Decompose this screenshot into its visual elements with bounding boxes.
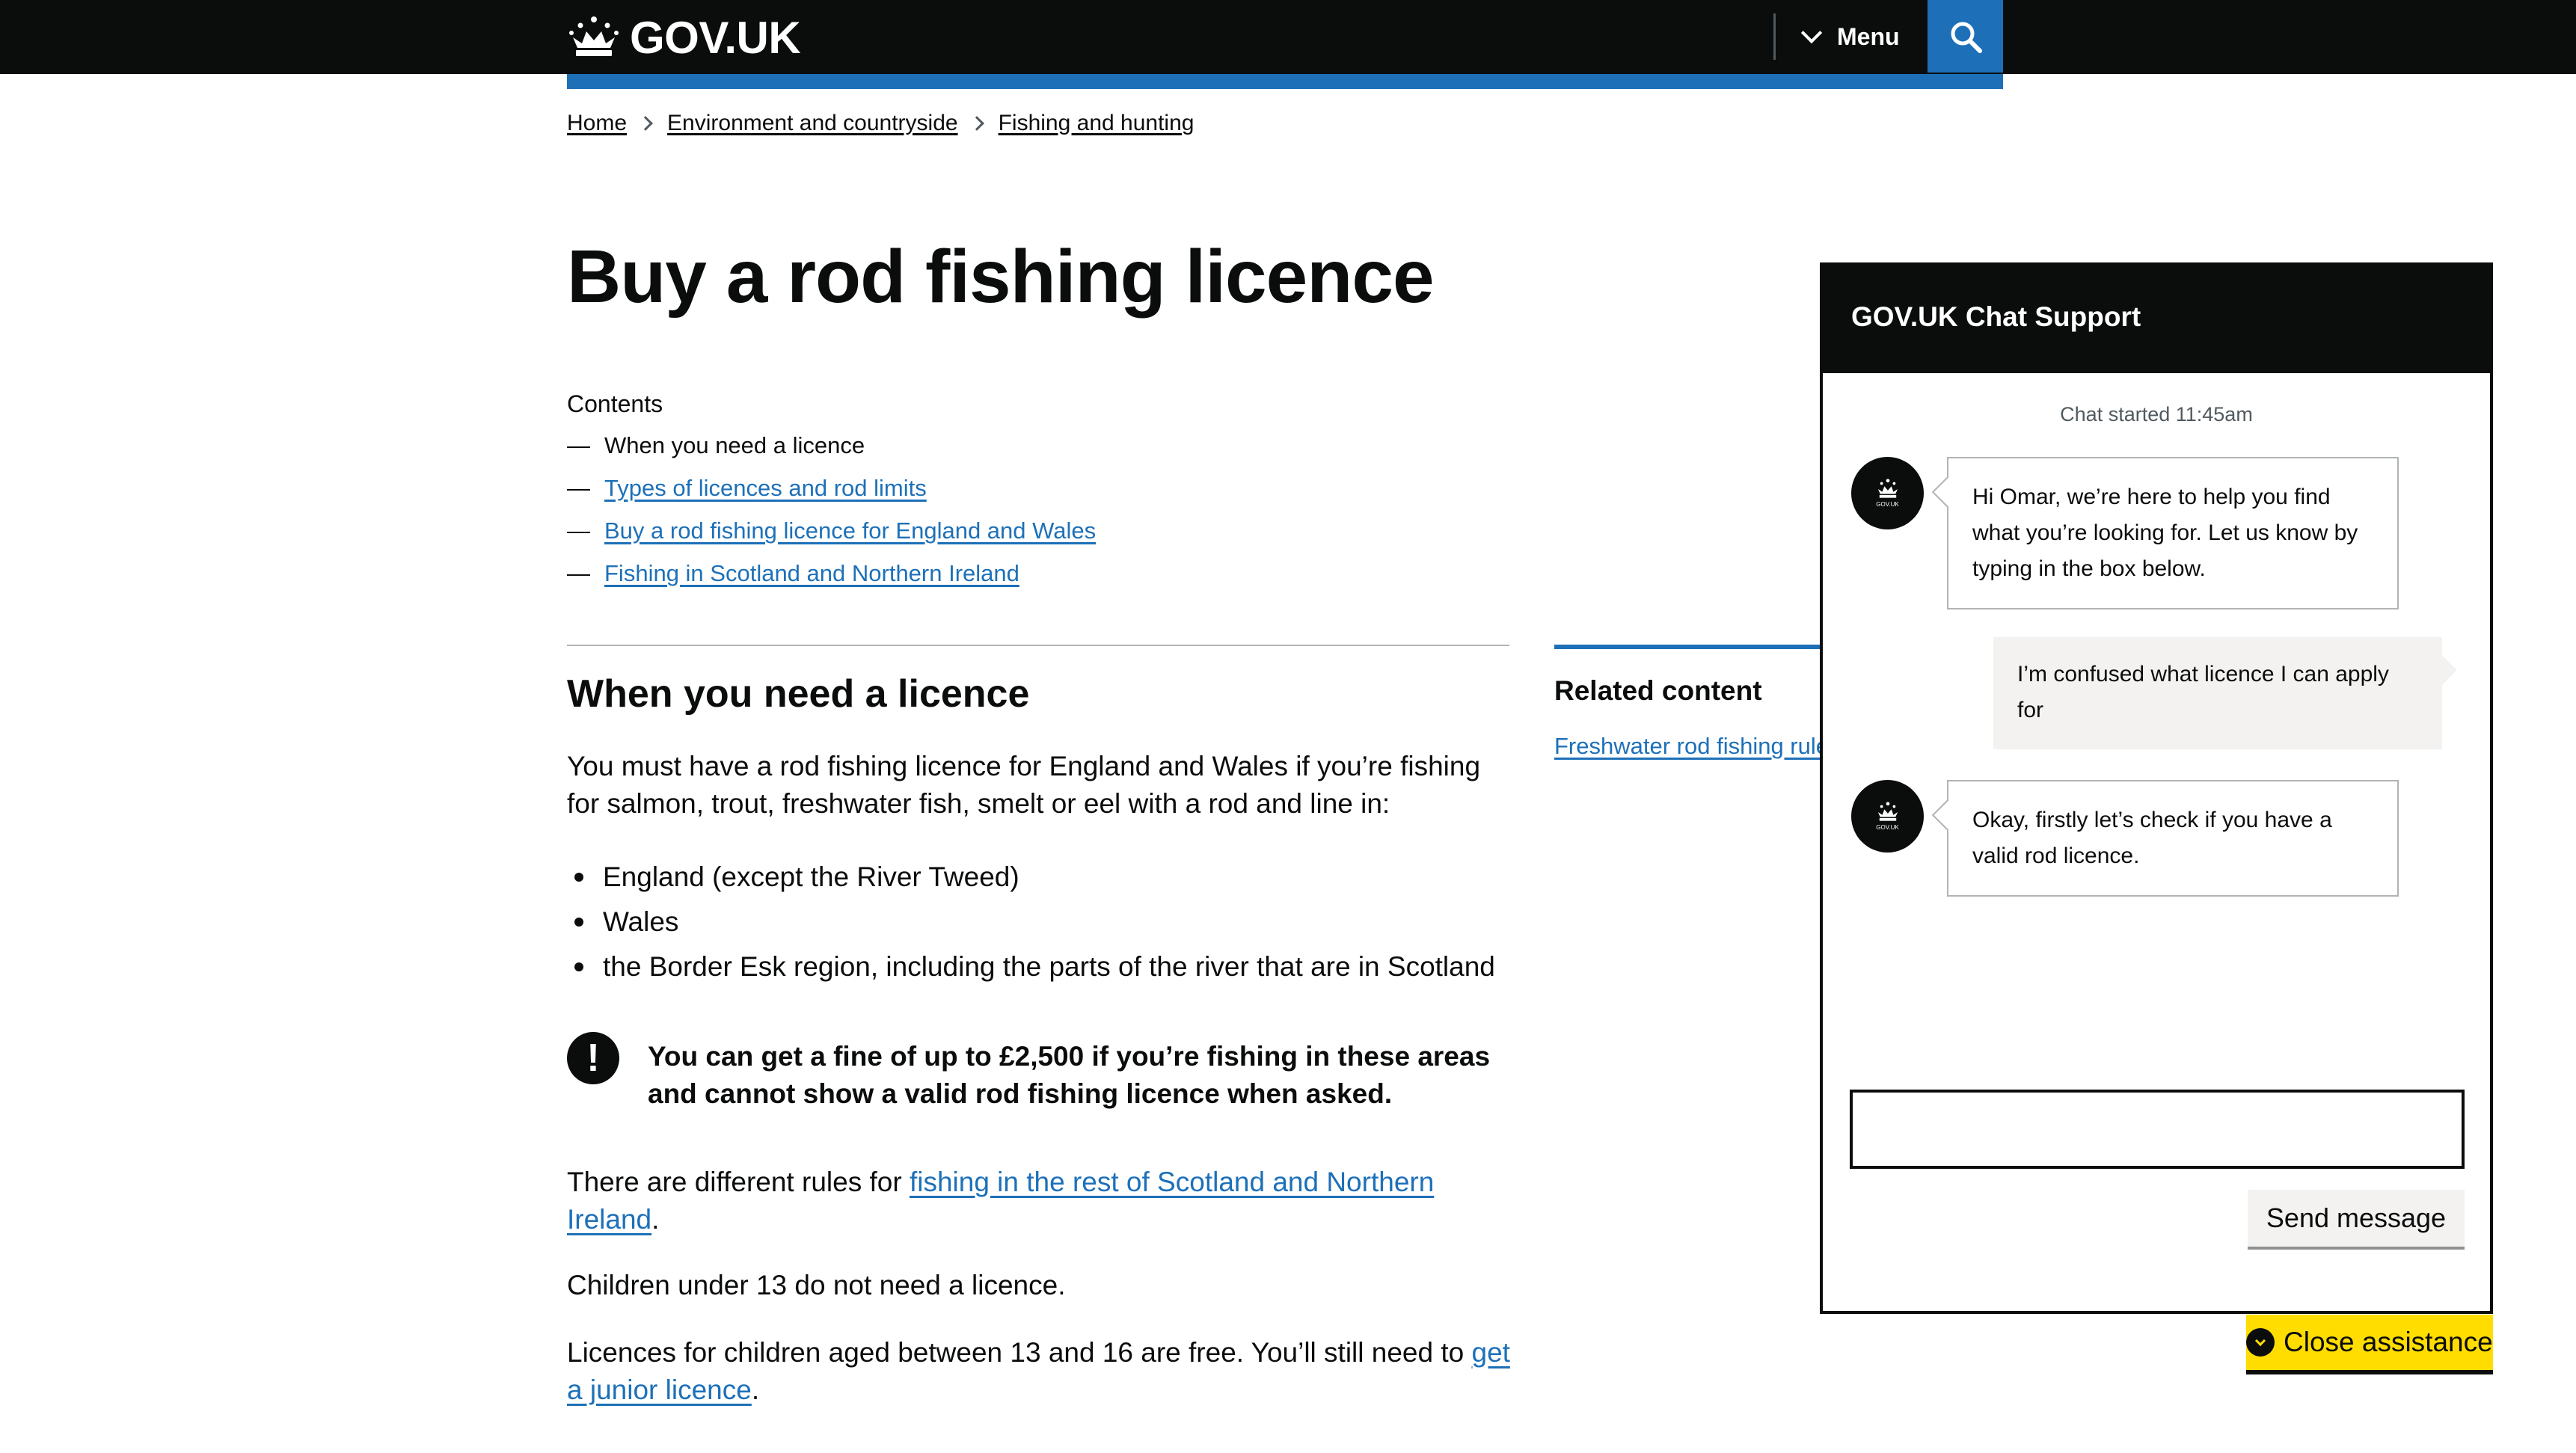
avatar: GOV.UK xyxy=(1851,780,1924,853)
contents-link-types[interactable]: Types of licences and rod limits xyxy=(604,475,927,502)
send-message-button[interactable]: Send message xyxy=(2248,1190,2465,1250)
chat-message-input[interactable] xyxy=(1850,1090,2465,1169)
govuk-logo-link[interactable]: GOV.UK xyxy=(567,9,801,66)
contents-link-buy[interactable]: Buy a rod fishing licence for England an… xyxy=(604,517,1096,544)
close-assistance-button[interactable]: Close assistance xyxy=(2246,1315,2493,1374)
contents-item: — Types of licences and rod limits xyxy=(567,475,1096,517)
section-divider xyxy=(567,645,1509,646)
dash: — xyxy=(567,517,590,544)
menu-button[interactable]: Menu xyxy=(1800,13,1900,60)
related-divider xyxy=(1554,645,1824,649)
children-paragraph: Children under 13 do not need a licence. xyxy=(567,1270,1066,1300)
breadcrumb-fishing[interactable]: Fishing and hunting xyxy=(999,111,1195,136)
page-title: Buy a rod fishing licence xyxy=(567,235,1435,319)
breadcrumb: Home Environment and countryside Fishing… xyxy=(567,111,1194,136)
contents-item: — Fishing in Scotland and Northern Irelan… xyxy=(567,560,1096,603)
junior-suffix: . xyxy=(751,1374,760,1405)
contents-item-current: When you need a licence xyxy=(604,432,865,458)
header-blue-bar xyxy=(567,74,2003,89)
avatar-label: GOV.UK xyxy=(1876,824,1899,831)
chat-title: GOV.UK Chat Support xyxy=(1823,265,2490,373)
chevron-circle-icon xyxy=(2246,1328,2275,1357)
contents-list: — When you need a licence — Types of licen… xyxy=(567,432,1096,603)
crown-icon xyxy=(1877,479,1898,498)
chevron-right-icon xyxy=(969,116,984,131)
contents-item: — Buy a rod fishing licence for England a… xyxy=(567,517,1096,560)
chat-message-bot: Okay, firstly let’s check if you have a … xyxy=(1947,780,2399,897)
list-item: England (except the River Tweed) xyxy=(567,855,1495,900)
avatar-label: GOV.UK xyxy=(1876,501,1899,508)
junior-prefix: Licences for children aged between 13 an… xyxy=(567,1337,1472,1368)
chevron-right-icon xyxy=(638,116,653,131)
related-link[interactable]: Freshwater rod fishing rules xyxy=(1554,733,1821,760)
section-heading: When you need a licence xyxy=(567,672,1030,716)
dash: — xyxy=(567,560,590,586)
breadcrumb-home[interactable]: Home xyxy=(567,111,627,136)
list-item: the Border Esk region, including the par… xyxy=(567,944,1495,989)
warning-icon: ! xyxy=(567,1032,619,1084)
chat-timestamp: Chat started 11:45am xyxy=(2060,403,2253,426)
region-list: England (except the River Tweed) Wales t… xyxy=(567,855,1495,989)
search-icon xyxy=(1951,22,1982,53)
rules-prefix: There are different rules for xyxy=(567,1167,910,1197)
header-divider xyxy=(1773,13,1776,60)
contents-item: — When you need a licence xyxy=(567,432,1096,475)
dash: — xyxy=(567,432,590,458)
list-item: Wales xyxy=(567,900,1495,944)
contents-heading: Contents xyxy=(567,390,663,417)
breadcrumb-environment[interactable]: Environment and countryside xyxy=(667,111,958,136)
chat-panel: GOV.UK Chat Support Chat started 11:45am… xyxy=(1820,262,2493,1314)
warning-text: You can get a fine of up to £2,500 if yo… xyxy=(648,1041,1491,1109)
dash: — xyxy=(567,475,590,501)
site-header: GOV.UK Menu xyxy=(0,0,2576,74)
crown-icon xyxy=(1877,802,1898,821)
contents-link-scotland[interactable]: Fishing in Scotland and Northern Ireland xyxy=(604,560,1019,587)
close-assistance-label: Close assistance xyxy=(2284,1327,2493,1357)
chat-message-bot: Hi Omar, we’re here to help you find wha… xyxy=(1947,457,2399,609)
chevron-down-icon xyxy=(1800,22,1823,44)
related-heading: Related content xyxy=(1554,675,1762,706)
chat-message-user: I’m confused what licence I can apply fo… xyxy=(1993,637,2442,749)
menu-label: Menu xyxy=(1837,22,1900,50)
rules-paragraph: There are different rules for fishing in… xyxy=(567,1164,1511,1238)
search-button[interactable] xyxy=(1928,0,2003,73)
rules-suffix: . xyxy=(651,1204,660,1235)
logo-text: GOV.UK xyxy=(630,12,801,63)
junior-paragraph: Licences for children aged between 13 an… xyxy=(567,1334,1511,1409)
avatar: GOV.UK xyxy=(1851,457,1924,529)
crown-icon xyxy=(569,16,619,56)
intro-paragraph: You must have a rod fishing licence for … xyxy=(567,751,1481,819)
